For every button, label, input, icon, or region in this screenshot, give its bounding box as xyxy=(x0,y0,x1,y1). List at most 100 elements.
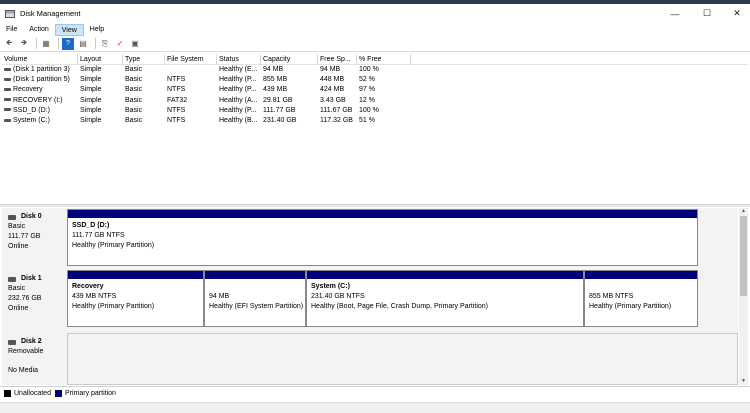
partition-disk1-part5[interactable]: 855 MB NTFS Healthy (Primary Partition) xyxy=(584,270,698,327)
column-type[interactable]: Type xyxy=(123,54,165,65)
column-capacity[interactable]: Capacity xyxy=(261,54,318,65)
cell-free-space: 424 MB xyxy=(320,86,345,94)
menu-action[interactable]: Action xyxy=(23,24,54,36)
disk-icon xyxy=(8,214,16,220)
minimize-icon[interactable]: — xyxy=(660,4,690,23)
window-title: Disk Management xyxy=(20,9,81,18)
disk-type: Basic xyxy=(8,285,26,292)
cell-file-system xyxy=(165,65,217,75)
volume-name: Recovery xyxy=(13,86,43,94)
volume-name: System (C:) xyxy=(13,116,50,124)
volume-icon xyxy=(4,67,11,71)
console-tree-icon[interactable]: ▦ xyxy=(40,38,52,50)
forward-arrow-icon[interactable]: 🡺 xyxy=(18,38,30,50)
volume-icon xyxy=(4,98,11,102)
title-bar: Disk Management — ☐ ✕ xyxy=(0,4,750,23)
connect-drive-icon[interactable]: ⎘ xyxy=(99,38,111,50)
cell-layout: Simple xyxy=(80,96,102,104)
cell-type: Basic xyxy=(125,86,143,94)
check-icon[interactable]: ✓ xyxy=(114,38,126,50)
disk-size: 232.76 GB xyxy=(8,295,42,302)
table-row[interactable]: Recovery Simple Basic NTFS Healthy (P... 439 … xyxy=(2,85,748,95)
disk-2-label[interactable]: Disk 2 Removable No Media xyxy=(4,333,64,385)
column-free-space[interactable]: Free Sp... xyxy=(318,54,357,65)
cell-file-system: NTFS xyxy=(167,86,186,94)
disk-icon xyxy=(8,339,16,345)
table-row[interactable]: SSD_D (D:) Simple Basic NTFS Healthy (P... 11… xyxy=(2,106,748,116)
cell-volume: SSD_D (D:) xyxy=(2,106,78,116)
cell-capacity: 855 MB xyxy=(263,76,288,84)
partition-status: Healthy (Boot, Page File, Crash Dump, Pr… xyxy=(311,303,489,310)
scroll-up-icon[interactable]: ▲ xyxy=(739,208,748,215)
help-icon[interactable]: ? xyxy=(62,37,74,50)
volume-name: RECOVERY (I:) xyxy=(13,96,63,104)
cell-capacity: 111.77 GB xyxy=(263,106,296,114)
cell-status: Healthy (A... xyxy=(219,96,258,104)
table-row[interactable]: System (C:) Simple Basic NTFS Healthy (B... 2… xyxy=(2,116,748,126)
primary-partition-bar xyxy=(68,271,203,279)
cell-volume: Recovery xyxy=(2,85,78,95)
cell-file-system: NTFS xyxy=(167,106,186,114)
column-volume[interactable]: Volume xyxy=(2,54,78,65)
disk-map-scrollbar[interactable]: ▲ ▼ xyxy=(739,208,748,385)
close-icon[interactable]: ✕ xyxy=(722,4,750,23)
cell-free-space: 94 MB xyxy=(320,66,341,73)
menu-view[interactable]: View xyxy=(54,23,84,36)
cell-free-space: 3.43 GB xyxy=(320,96,346,104)
cell-free-space: 117.32 GB xyxy=(320,116,353,124)
partition-status: Healthy (EFI System Partition) xyxy=(209,303,304,310)
cell-type: Basic xyxy=(125,76,143,84)
table-row[interactable]: (Disk 1 partition 3) Simple Basic Healthy (… xyxy=(2,65,748,75)
disk-status: No Media xyxy=(8,367,38,374)
maximize-icon[interactable]: ☐ xyxy=(692,4,722,23)
volume-icon xyxy=(4,118,11,122)
properties-icon[interactable]: ▤ xyxy=(77,38,89,50)
column-layout[interactable]: Layout xyxy=(78,54,123,65)
table-row[interactable]: (Disk 1 partition 5) Simple Basic NTFS Healt… xyxy=(2,75,748,85)
menu-file[interactable]: File xyxy=(0,24,23,36)
disk-type: Basic xyxy=(8,223,26,230)
disk-2-empty-area xyxy=(67,333,738,385)
partition-ssd-d[interactable]: SSD_D (D:) 111.77 GB NTFS Healthy (Prima… xyxy=(67,209,698,266)
table-row[interactable]: RECOVERY (I:) Simple Basic FAT32 Healthy (A.… xyxy=(2,96,748,106)
cell-file-system: FAT32 xyxy=(167,96,188,104)
cell-percent-free: 100 % xyxy=(359,66,379,73)
cell-type: Basic xyxy=(125,66,143,73)
cell-layout: Simple xyxy=(80,106,102,114)
disk-0-label[interactable]: Disk 0 Basic 111.77 GB Online xyxy=(4,208,64,267)
cell-percent-free: 97 % xyxy=(359,86,375,94)
partition-efi[interactable]: 94 MB Healthy (EFI System Partition) xyxy=(204,270,306,327)
toolbar-separator xyxy=(95,38,96,49)
column-file-system[interactable]: File System xyxy=(165,54,217,65)
cell-volume: RECOVERY (I:) xyxy=(2,96,78,106)
cell-volume: (Disk 1 partition 3) xyxy=(2,65,78,75)
partition-recovery[interactable]: Recovery 439 MB NTFS Healthy (Primary Pa… xyxy=(67,270,204,327)
column-status[interactable]: Status xyxy=(217,54,261,65)
primary-partition-bar xyxy=(585,271,697,279)
legend-unallocated: Unallocated xyxy=(14,390,51,397)
primary-partition-swatch xyxy=(54,390,62,397)
partition-status: Healthy (Primary Partition) xyxy=(72,303,155,310)
partition-size: 111.77 GB NTFS xyxy=(72,232,125,239)
partition-system-c[interactable]: System (C:) 231.40 GB NTFS Healthy (Boot… xyxy=(306,270,584,327)
volume-list: Volume Layout Type File System Status Ca… xyxy=(2,54,748,204)
cell-type: Basic xyxy=(125,96,143,104)
partition-name: SSD_D (D:) xyxy=(72,222,110,229)
menu-help[interactable]: Help xyxy=(84,24,110,36)
scroll-thumb[interactable] xyxy=(740,216,747,296)
partition-size: 439 MB NTFS xyxy=(72,293,117,300)
back-arrow-icon[interactable]: 🡸 xyxy=(3,38,15,50)
view-icon[interactable]: ▣ xyxy=(129,38,141,50)
cell-volume: (Disk 1 partition 5) xyxy=(2,75,78,85)
cell-percent-free: 51 % xyxy=(359,116,375,124)
cell-layout: Simple xyxy=(80,76,102,84)
column-percent-free[interactable]: % Free xyxy=(357,54,411,65)
disk-1-label[interactable]: Disk 1 Basic 232.76 GB Online xyxy=(4,270,64,329)
scroll-down-icon[interactable]: ▼ xyxy=(739,378,748,385)
volume-name: (Disk 1 partition 3) xyxy=(13,66,70,73)
pane-splitter[interactable] xyxy=(0,204,750,207)
legend: Unallocated Primary partition xyxy=(0,386,750,400)
primary-partition-bar xyxy=(205,271,305,279)
unallocated-swatch xyxy=(4,390,11,397)
cell-capacity: 439 MB xyxy=(263,86,288,94)
